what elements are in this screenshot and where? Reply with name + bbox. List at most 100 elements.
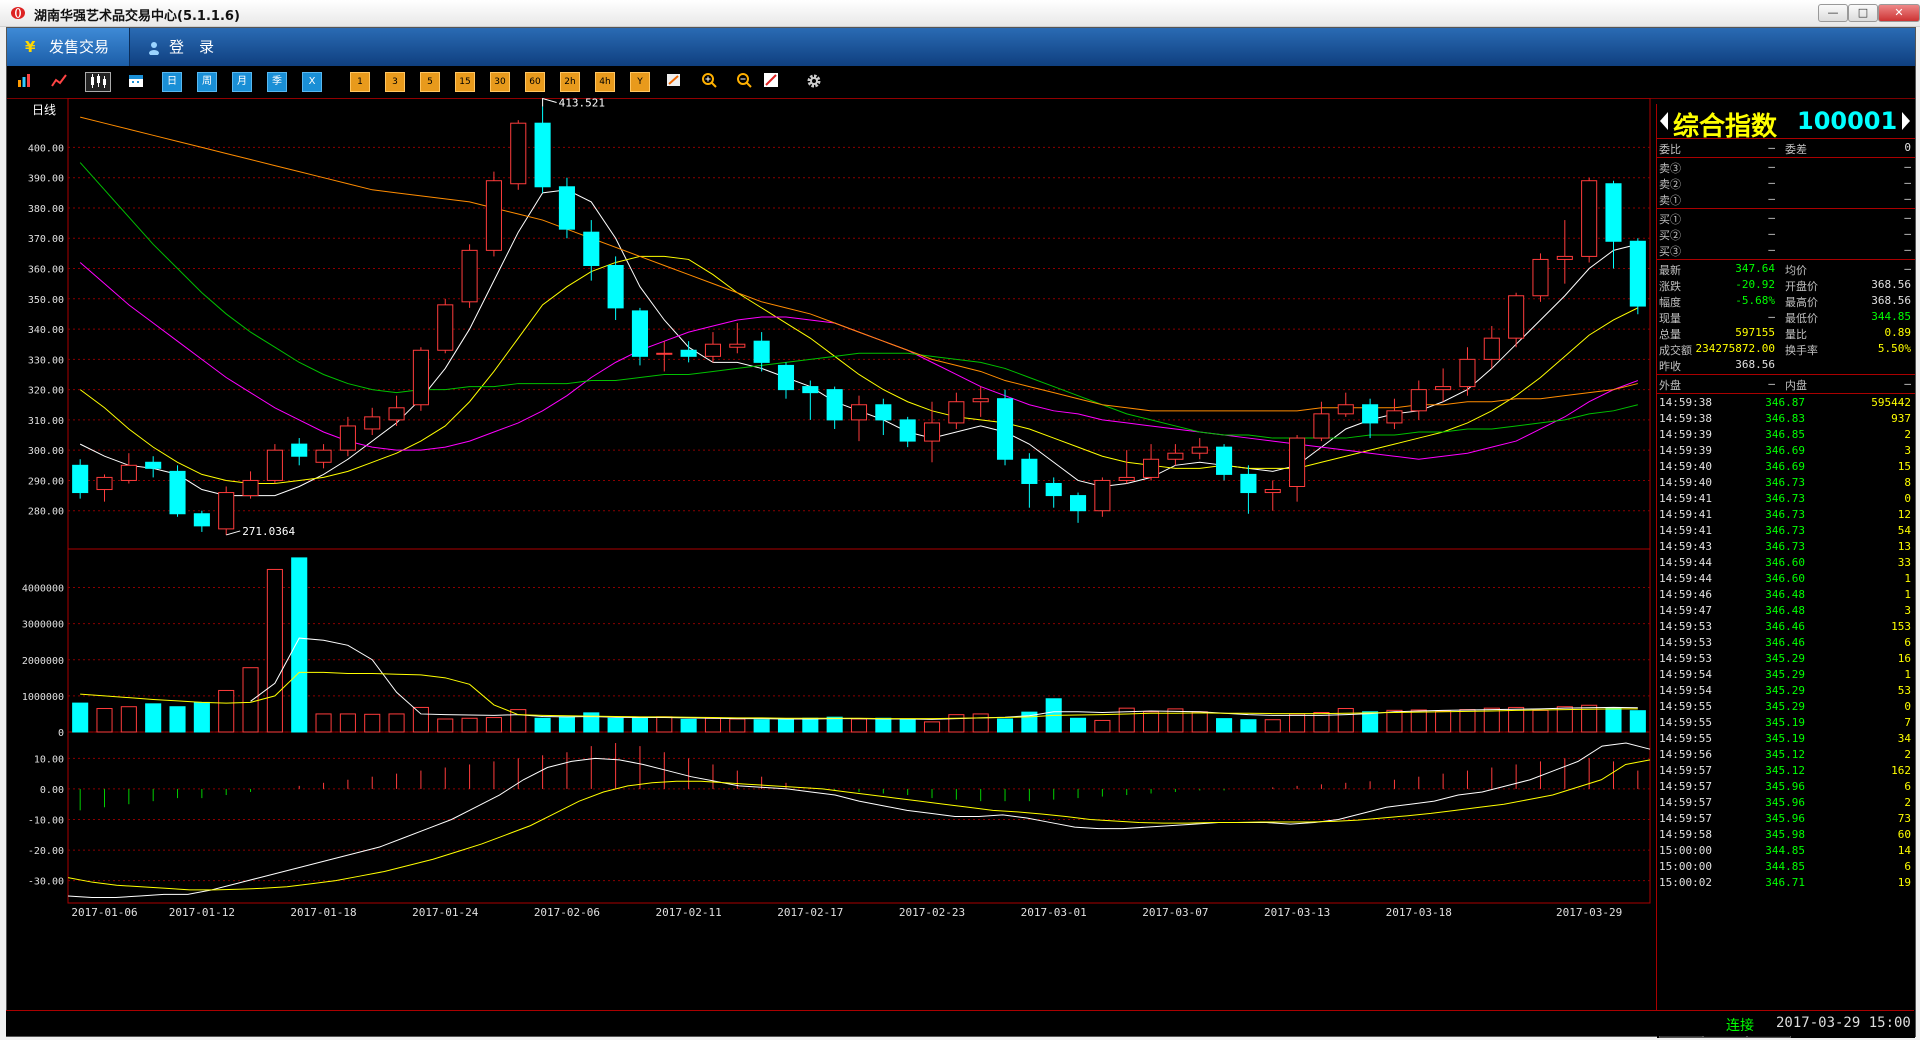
candle-body — [1483, 337, 1500, 360]
tick-volume: 2 — [1904, 796, 1911, 809]
minimize-button[interactable]: — — [1818, 4, 1848, 22]
period-season-button[interactable]: 季 — [267, 72, 287, 92]
symbol-name: 综合指数 — [1673, 112, 1778, 142]
bar-chart-icon[interactable] — [15, 72, 33, 90]
period-week-button[interactable]: 周 — [197, 72, 217, 92]
candle-body — [339, 425, 356, 451]
tick-time: 15:00:02 — [1659, 876, 1712, 889]
y-tick-label: 320.00 — [28, 386, 64, 397]
tick-time: 14:59:53 — [1659, 620, 1712, 633]
weicha-label: 委差 — [1785, 143, 1807, 156]
period-year-button[interactable]: Y — [630, 72, 650, 92]
menu-login[interactable]: 登 录 — [145, 28, 245, 66]
candle-body — [242, 479, 259, 497]
tick-volume: 54 — [1897, 524, 1911, 537]
tick-volume: 16 — [1897, 652, 1911, 665]
tick-volume: 33 — [1897, 556, 1911, 569]
tick-price: 346.48 — [1765, 604, 1805, 617]
period-month-button[interactable]: 月 — [232, 72, 252, 92]
ask-volume: — — [1904, 176, 1911, 189]
tick-time: 14:59:53 — [1659, 652, 1712, 665]
volume-bar — [996, 718, 1014, 733]
chart-title: 日线 — [32, 103, 56, 117]
tick-price: 346.73 — [1765, 540, 1805, 553]
settings-gear-icon[interactable] — [805, 72, 823, 90]
tick-price: 345.98 — [1765, 828, 1805, 841]
maximize-button[interactable]: □ — [1848, 4, 1878, 22]
tick-time: 14:59:41 — [1659, 524, 1712, 537]
y-tick-label: 380.00 — [28, 204, 64, 215]
draw-line-icon[interactable] — [762, 72, 780, 90]
volume-bar — [1216, 718, 1233, 733]
period-4h-button[interactable]: 4h — [595, 72, 615, 92]
period-2h-button[interactable]: 2h — [560, 72, 580, 92]
tick-row: 14:59:47 346.48 3 — [1657, 603, 1915, 619]
period-day-button[interactable]: 日 — [162, 72, 182, 92]
bid-row: 买③ — — — [1657, 242, 1915, 258]
candle-body — [364, 416, 381, 430]
period-15min-button[interactable]: 15 — [455, 72, 475, 92]
y-tick-label: 300.00 — [28, 446, 64, 457]
candle-body — [875, 404, 892, 421]
drawing-tool-icon[interactable] — [665, 72, 683, 90]
period-x-button[interactable]: X — [302, 72, 322, 92]
line-chart-icon[interactable] — [50, 72, 68, 90]
stat-value: 0.89 — [1884, 326, 1912, 339]
tick-volume: 6 — [1904, 860, 1911, 873]
tick-row: 15:00:02 346.71 19 — [1657, 875, 1915, 891]
y-tick-label: 400.00 — [28, 143, 64, 154]
volume-bar — [388, 713, 405, 733]
tick-price: 346.73 — [1765, 476, 1805, 489]
candle-body — [1240, 473, 1257, 494]
candle-body — [802, 386, 819, 394]
tick-volume: 1 — [1904, 588, 1911, 601]
stat-label: 幅度 — [1659, 296, 1681, 309]
bid-row: 买② — — — [1657, 226, 1915, 242]
stat-value: 234275872.00 — [1695, 342, 1775, 355]
quote-header: 综合指数 100001 — [1657, 104, 1915, 142]
zoom-out-icon[interactable] — [735, 72, 753, 90]
tick-volume: 34 — [1897, 732, 1911, 745]
calendar-icon[interactable] — [127, 72, 145, 90]
menu-login-label: 登 录 — [169, 38, 215, 56]
tick-row: 14:59:58 345.98 60 — [1657, 827, 1915, 843]
panel-divider — [1657, 393, 1915, 394]
tick-volume: 937 — [1891, 412, 1911, 425]
zoom-in-icon[interactable] — [700, 72, 718, 90]
tick-price: 345.19 — [1765, 716, 1805, 729]
period-5min-button[interactable]: 5 — [420, 72, 440, 92]
candle-body — [1386, 410, 1403, 424]
y-tick-label: 4000000 — [22, 584, 64, 595]
tick-price: 346.73 — [1765, 508, 1805, 521]
tick-volume: 1 — [1904, 668, 1911, 681]
period-30min-button[interactable]: 30 — [490, 72, 510, 92]
candle-body — [1191, 446, 1208, 454]
tick-row: 14:59:40 346.73 8 — [1657, 475, 1915, 491]
tick-volume: 162 — [1891, 764, 1911, 777]
tick-volume: 8 — [1904, 476, 1911, 489]
candle-body — [948, 401, 965, 424]
tick-row: 14:59:55 345.19 7 — [1657, 715, 1915, 731]
volume-bar — [972, 713, 989, 733]
neipan-label: 内盘 — [1785, 379, 1807, 392]
period-60min-button[interactable]: 60 — [525, 72, 545, 92]
ask-label: 卖① — [1659, 194, 1681, 207]
stat-label: 成交额 — [1659, 344, 1692, 357]
menu-sale-trade[interactable]: ¥ 发售交易 — [7, 28, 130, 66]
next-symbol-icon[interactable] — [1902, 112, 1910, 130]
volume-bar — [485, 717, 502, 733]
volume-bar — [1508, 706, 1525, 733]
period-3min-button[interactable]: 3 — [385, 72, 405, 92]
candle-body — [291, 443, 308, 457]
volume-bar — [266, 568, 283, 733]
close-button[interactable]: ✕ — [1878, 4, 1920, 22]
panel-divider — [1657, 259, 1915, 260]
candlestick-icon[interactable] — [85, 72, 111, 92]
candle-body — [1362, 404, 1379, 424]
chart-area[interactable]: 日线 400.00 390.00 380.00 370.00 360.00 350.00 34… — [6, 98, 1656, 1010]
candle-body — [656, 352, 673, 355]
window-title: 湖南华强艺术品交易中心(5.1.1.6) — [34, 9, 240, 24]
prev-symbol-icon[interactable] — [1660, 112, 1668, 130]
chart-svg[interactable]: 日线 400.00 390.00 380.00 370.00 360.00 350.00 34… — [6, 98, 1656, 1010]
period-1min-button[interactable]: 1 — [350, 72, 370, 92]
